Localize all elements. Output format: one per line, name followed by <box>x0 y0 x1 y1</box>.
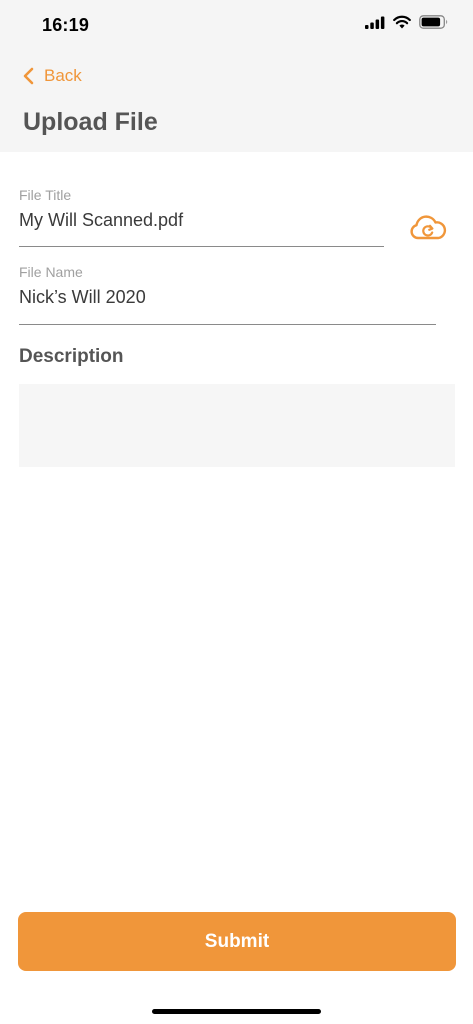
wifi-icon <box>393 15 411 29</box>
status-icons <box>365 15 449 29</box>
file-title-input[interactable]: My Will Scanned.pdf <box>19 210 183 231</box>
back-button[interactable]: Back <box>22 66 82 86</box>
back-label: Back <box>44 66 82 85</box>
file-title-underline <box>19 246 384 247</box>
file-name-label: File Name <box>19 264 83 280</box>
home-indicator[interactable] <box>152 1009 321 1014</box>
file-title-label: File Title <box>19 187 72 203</box>
header: 16:19 Back Upload File <box>0 0 473 152</box>
status-time: 16:19 <box>42 15 90 35</box>
file-name-underline <box>19 324 436 325</box>
battery-icon <box>419 15 448 29</box>
description-textarea[interactable] <box>19 384 455 467</box>
cloud-sync-icon[interactable] <box>409 213 447 243</box>
description-heading: Description <box>19 346 124 367</box>
submit-button[interactable]: Submit <box>18 912 456 971</box>
file-name-input[interactable]: Nick’s Will 2020 <box>19 287 146 308</box>
chevron-left-icon <box>23 67 34 85</box>
submit-label: Submit <box>204 930 270 952</box>
signal-icon <box>365 16 385 29</box>
page-title: Upload File <box>23 108 158 136</box>
